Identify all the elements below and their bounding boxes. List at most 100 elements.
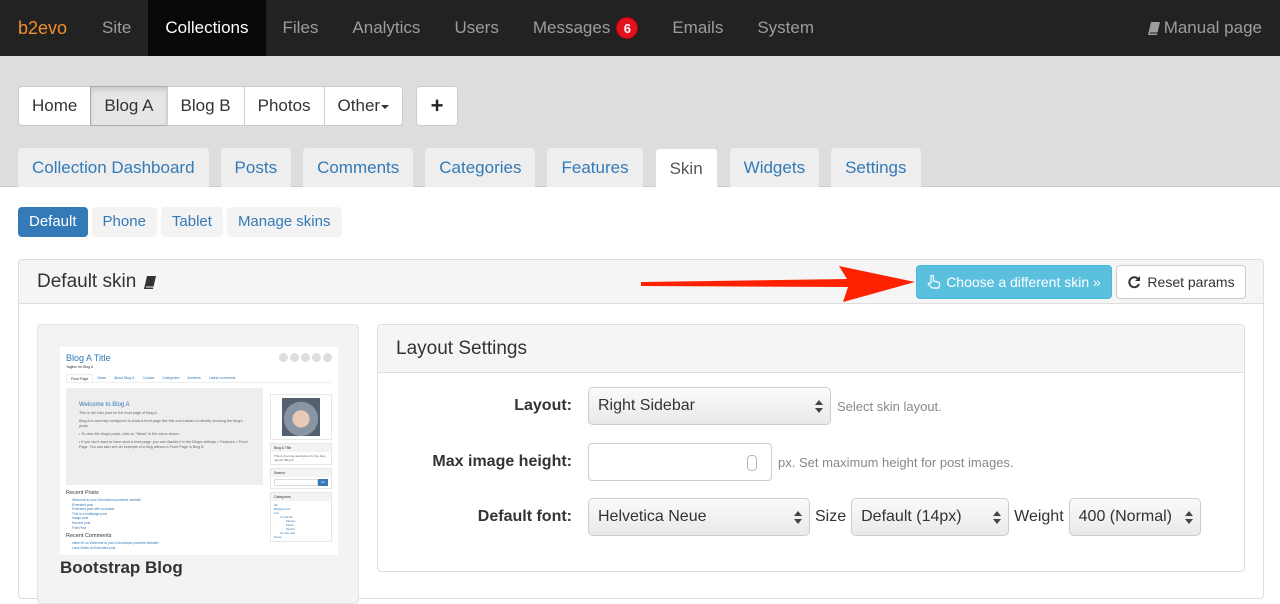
tab-comments[interactable]: Comments (303, 148, 414, 187)
thumb-about-box: Blog A Title This is the long descriptio… (270, 443, 332, 465)
skin-preview-card: Blog A Title Tagline for Blog A Front Pa… (37, 324, 359, 604)
nav-messages-label: Messages (532, 18, 611, 37)
hand-pointer-icon (927, 274, 941, 289)
default-font-select-value: Helvetica Neue (598, 508, 707, 525)
collection-other-dropdown[interactable]: Other (323, 86, 404, 126)
number-spinner-icon[interactable] (747, 455, 757, 471)
tab-categories[interactable]: Categories (425, 148, 536, 187)
thumb-photo-box (270, 394, 332, 440)
skin-panel-title: Default skin (37, 271, 137, 292)
collection-blog-b[interactable]: Blog B (166, 86, 245, 126)
layout-label: Layout: (514, 397, 572, 414)
thumb-tagline: Tagline for Blog A (66, 365, 94, 369)
skin-panel-header: Default skin Choose a different skin » R… (19, 260, 1263, 304)
refresh-icon (1128, 276, 1141, 289)
thumb-category: News (274, 535, 282, 539)
reset-params-button[interactable]: Reset params (1116, 265, 1246, 299)
layout-settings-title: Layout Settings (378, 325, 1244, 373)
book-icon (1147, 21, 1160, 35)
annotation-arrow-icon (641, 266, 915, 302)
nav-analytics[interactable]: Analytics (335, 0, 437, 56)
thumb-avatar-photo (282, 398, 320, 436)
thumb-recent-comment: Larry Smith on Extended post (72, 545, 116, 550)
tab-posts[interactable]: Posts (220, 148, 292, 187)
thumb-recent: Recent Posts Welcome to your b2evolution… (66, 490, 256, 550)
add-collection-button[interactable]: + (416, 86, 458, 126)
thumb-search-title: Search (271, 469, 331, 477)
nav-emails[interactable]: Emails (655, 0, 740, 56)
thumb-recent-posts-title: Recent Posts (66, 490, 99, 496)
layout-select-value: Right Sidebar (598, 397, 695, 414)
book-icon[interactable] (143, 275, 157, 290)
default-font-label: Default font: (477, 508, 572, 525)
subtab-phone[interactable]: Phone (91, 207, 157, 237)
skin-panel: Default skin Choose a different skin » R… (18, 259, 1264, 604)
thumb-search-button: Go (317, 479, 328, 486)
thumb-search-box: Search Go (270, 468, 332, 489)
nav-users[interactable]: Users (437, 0, 515, 56)
tab-settings[interactable]: Settings (831, 148, 921, 187)
tab-features[interactable]: Features (547, 148, 643, 187)
thumb-nav-item: Contact (142, 376, 155, 380)
layout-select[interactable]: Right Sidebar (588, 387, 831, 425)
thumb-recent-post: First Post (72, 525, 86, 530)
thumb-categories-list: All Background Fun In real life Movies M… (271, 501, 331, 541)
subtab-manage-skins[interactable]: Manage skins (226, 207, 342, 237)
collection-header: Home Blog A Blog B Photos Other + Collec… (0, 56, 1280, 187)
brand-logo[interactable]: b2evo (0, 0, 85, 56)
nav-system[interactable]: System (740, 0, 831, 56)
select-arrows-icon (794, 511, 802, 524)
thumb-categories-title: Categories (271, 493, 331, 501)
nav-files[interactable]: Files (266, 0, 336, 56)
thumb-social-icons (277, 353, 332, 362)
subtab-default[interactable]: Default (18, 207, 88, 237)
thumb-intro-text: Blog A is currently configured to show a… (79, 419, 243, 428)
manual-page-link[interactable]: Manual page (1147, 0, 1262, 56)
skin-name: Bootstrap Blog (60, 558, 183, 577)
subtab-tablet[interactable]: Tablet (160, 207, 223, 237)
tab-widgets[interactable]: Widgets (729, 148, 820, 187)
thumb-nav: Front Page News About Blog A Contact Cat… (66, 374, 332, 383)
tab-skin[interactable]: Skin (654, 148, 718, 187)
thumb-nav-item: Categories (162, 376, 180, 380)
default-font-select[interactable]: Helvetica Neue (588, 498, 810, 536)
select-arrows-icon (815, 400, 823, 413)
tab-collection-dashboard[interactable]: Collection Dashboard (18, 148, 209, 187)
thumb-nav-item: Latest comments (208, 376, 236, 380)
thumb-intro-text: This is the intro post for the front pag… (79, 411, 158, 415)
thumb-blog-title: Blog A Title (66, 353, 111, 363)
thumb-intro-post: Welcome to Blog A This is the intro post… (66, 388, 263, 485)
max-image-height-row: Max image height: px. Set maximum height… (378, 443, 1014, 481)
thumb-recent-comments-title: Recent Comments (66, 533, 112, 540)
thumb-sidebar: Blog A Title This is the long descriptio… (270, 394, 332, 545)
default-font-row: Default font: Helvetica Neue Size Defaul… (378, 498, 1201, 536)
collection-home[interactable]: Home (18, 86, 92, 126)
nav-collections[interactable]: Collections (148, 0, 266, 56)
thumb-side-title: Blog A Title (271, 444, 331, 452)
font-size-label: Size (815, 508, 847, 525)
font-weight-select-value: 400 (Normal) (1078, 508, 1172, 525)
skin-preview-thumbnail[interactable]: Blog A Title Tagline for Blog A Front Pa… (60, 347, 338, 555)
caret-down-icon (381, 104, 390, 109)
choose-different-skin-label: Choose a different skin » (946, 274, 1101, 290)
thumb-nav-item: Front Page (66, 374, 94, 382)
collection-other-label: Other (337, 96, 381, 115)
font-size-select[interactable]: Default (14px) (851, 498, 1010, 536)
nav-messages[interactable]: Messages 6 (516, 0, 655, 56)
select-arrows-icon (993, 511, 1002, 524)
nav-site[interactable]: Site (85, 0, 148, 56)
thumb-intro-text: • If you don't want to have such a front… (79, 440, 248, 449)
thumb-intro-text: • To view the blog's posts, click on "Ne… (79, 432, 180, 436)
max-image-height-input[interactable] (588, 443, 772, 481)
collection-photos[interactable]: Photos (243, 86, 325, 126)
skin-subtabs: Default Phone Tablet Manage skins (18, 207, 346, 237)
max-image-height-label: Max image height: (432, 453, 572, 470)
collection-blog-a[interactable]: Blog A (90, 86, 168, 126)
thumb-search-row: Go (271, 477, 331, 488)
layout-settings-panel: Layout Settings Layout: Right Sidebar Se… (377, 324, 1245, 572)
font-size-select-value: Default (14px) (861, 508, 962, 525)
thumb-nav-item: Archives (187, 376, 201, 380)
top-navbar: b2evo Site Collections Files Analytics U… (0, 0, 1280, 56)
font-weight-select[interactable]: 400 (Normal) (1068, 498, 1201, 536)
choose-different-skin-button[interactable]: Choose a different skin » (916, 265, 1112, 299)
